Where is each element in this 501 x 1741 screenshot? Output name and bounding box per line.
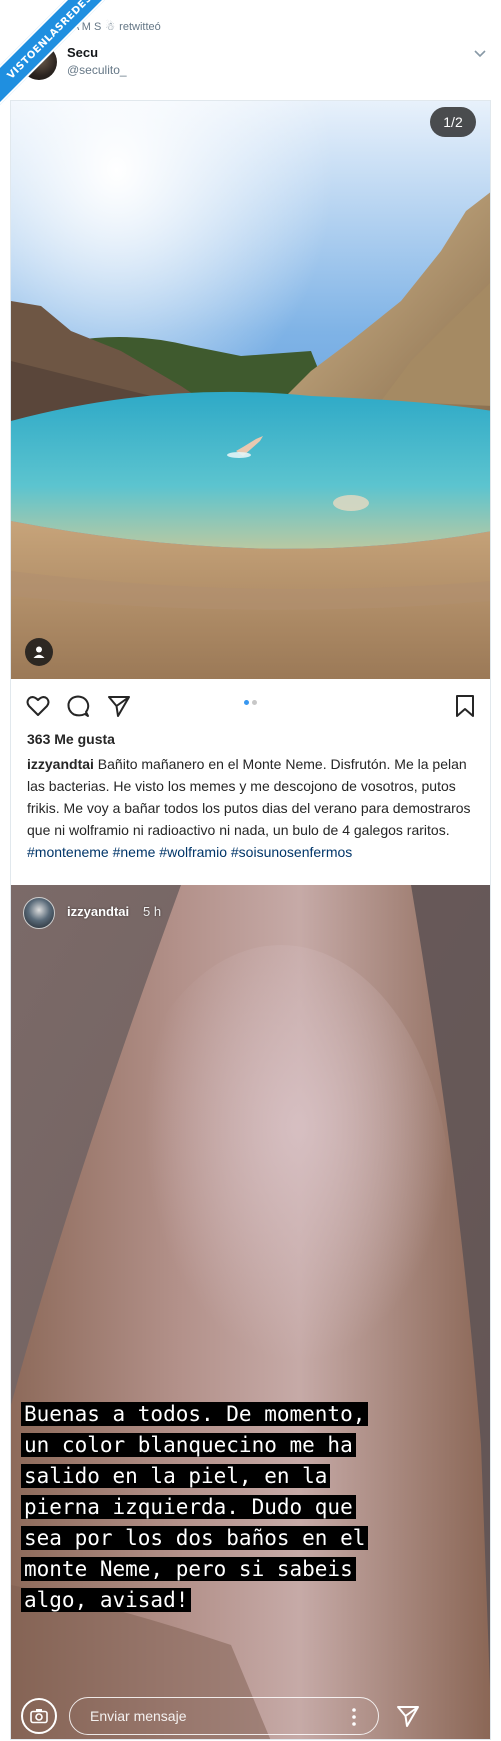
story-caption: Buenas a todos. De momento, un color bla…: [21, 1399, 483, 1616]
story-line: monte Neme, pero si sabeis: [21, 1557, 356, 1581]
message-placeholder: Enviar mensaje: [90, 1708, 187, 1724]
message-input[interactable]: Enviar mensaje: [69, 1697, 379, 1735]
likes-count[interactable]: 363 Me gusta: [27, 731, 115, 747]
story-line: Buenas a todos. De momento,: [21, 1402, 369, 1426]
post-actions: [11, 679, 490, 731]
story-avatar[interactable]: [23, 897, 55, 929]
retweeter-emoji: ☃: [105, 21, 116, 33]
story-time: 5 h: [143, 904, 162, 919]
story-line: algo, avisad!: [21, 1588, 192, 1612]
story-username[interactable]: izzyandtai: [67, 904, 129, 919]
post-photo[interactable]: 1/2: [11, 101, 490, 679]
user-tag-icon[interactable]: [25, 638, 53, 666]
heart-icon[interactable]: [25, 693, 51, 719]
bookmark-icon[interactable]: [452, 693, 478, 719]
watermark-ribbon: VISTOENLASREDES: [0, 0, 127, 114]
send-icon[interactable]: [395, 1703, 421, 1729]
author-name[interactable]: Secu: [67, 45, 98, 60]
author-handle[interactable]: @seculito_: [67, 63, 127, 77]
comment-icon[interactable]: [65, 693, 91, 719]
more-options-icon[interactable]: [352, 1708, 356, 1726]
photo-counter: 1/2: [430, 107, 476, 137]
post-caption: izzyandtai Bañito mañanero en el Monte N…: [27, 753, 482, 863]
story-line: un color blanquecino me ha: [21, 1433, 356, 1457]
retweet-label: retwitteó: [119, 20, 161, 33]
caption-hashtags[interactable]: #monteneme #neme #wolframio #soisunosenf…: [27, 844, 352, 860]
camera-icon: [30, 1709, 48, 1724]
caption-text: Bañito mañanero en el Monte Neme. Disfru…: [27, 756, 471, 838]
story-line: pierna izquierda. Dudo que: [21, 1495, 356, 1519]
chevron-down-icon[interactable]: [473, 46, 487, 60]
carousel-dot-active: [244, 700, 249, 705]
carousel-dots: [244, 700, 257, 705]
caption-username[interactable]: izzyandtai: [27, 756, 94, 772]
story-line: salido en la piel, en la: [21, 1464, 331, 1488]
story-reply-bar: Enviar mensaje: [11, 1693, 490, 1739]
tweet-media-card[interactable]: 1/2 363 Me gusta izzyandtai Bañito mañan…: [10, 100, 491, 1740]
story-line: sea por los dos baños en el: [21, 1526, 369, 1550]
share-icon[interactable]: [106, 693, 132, 719]
camera-button[interactable]: [21, 1698, 57, 1734]
carousel-dot: [252, 700, 257, 705]
story-view[interactable]: izzyandtai 5 h Buenas a todos. De moment…: [11, 885, 490, 1739]
